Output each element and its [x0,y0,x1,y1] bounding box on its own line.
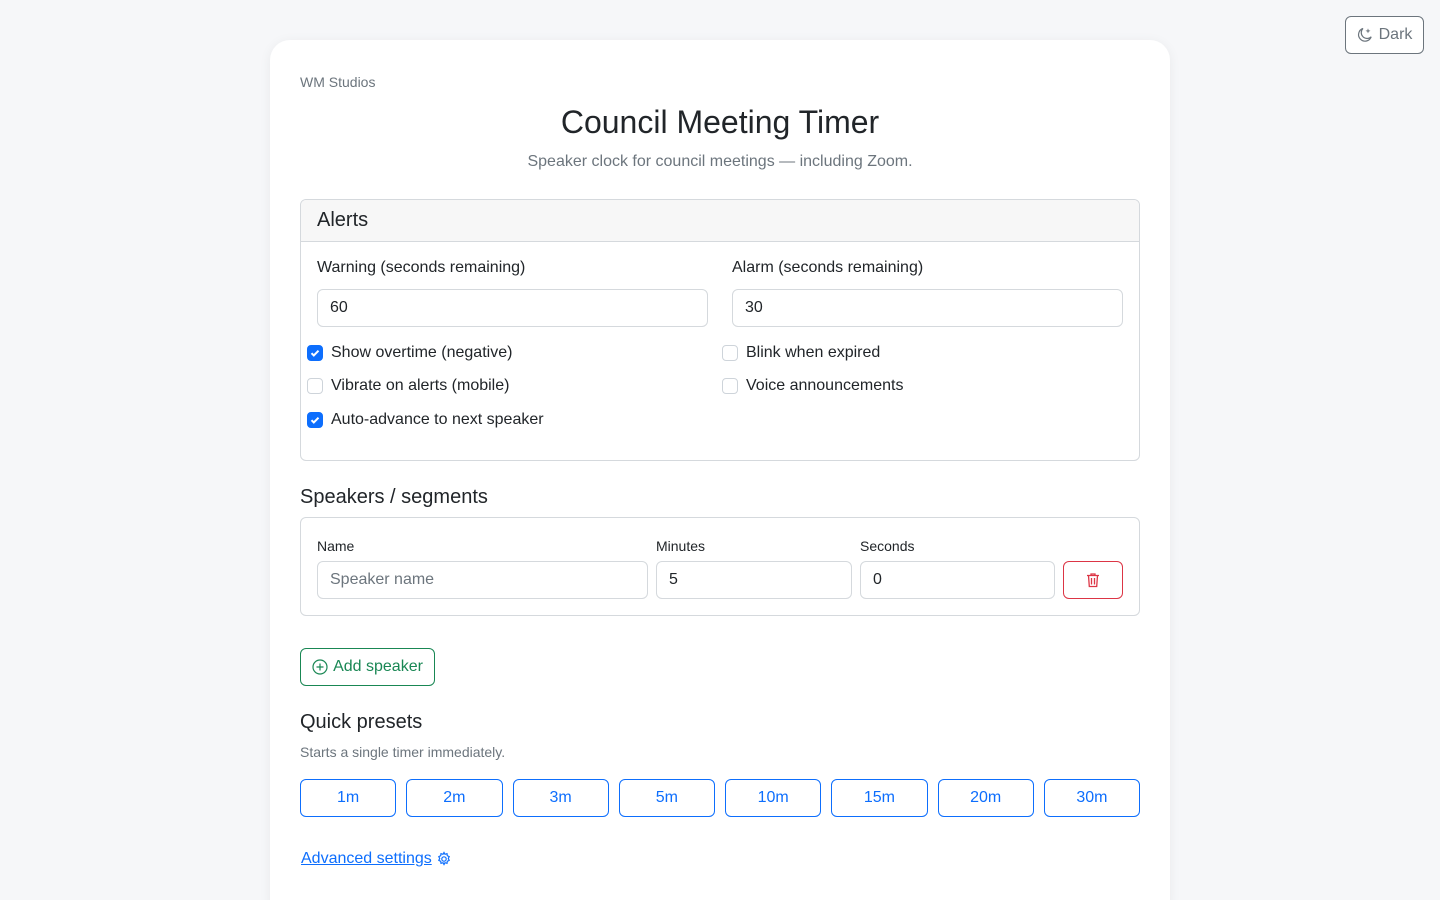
speaker-name-input[interactable] [317,561,648,599]
seconds-input[interactable] [860,561,1055,599]
show-overtime-checkbox[interactable]: Show overtime (negative) [307,344,512,362]
auto-advance-checkbox[interactable]: Auto-advance to next speaker [307,411,544,429]
presets-helper-text: Starts a single timer immediately. [300,744,506,760]
vibrate-alerts-label: Vibrate on alerts (mobile) [331,377,510,394]
speaker-row: Name Minutes Seconds [300,517,1140,616]
gear-icon [437,851,450,866]
speakers-section-title: Speakers / segments [300,486,488,508]
alerts-panel: Alerts Warning (seconds remaining) Alarm… [300,199,1140,461]
plus-circle-icon [312,659,328,675]
checkbox-unchecked-icon[interactable] [722,345,738,361]
advanced-settings-label: Advanced settings [301,850,432,867]
blink-expired-checkbox[interactable]: Blink when expired [722,344,880,362]
alarm-label: Alarm (seconds remaining) [732,259,924,276]
auto-advance-label: Auto-advance to next speaker [331,411,544,428]
minutes-input[interactable] [656,561,852,599]
preset-20m-button[interactable]: 20m [937,779,1034,817]
voice-announcements-checkbox[interactable]: Voice announcements [722,377,903,395]
preset-button-group: 1m 2m 3m 5m 10m 15m 20m 30m [300,779,1140,817]
trash-icon [1087,573,1099,588]
name-label: Name [317,538,355,554]
add-speaker-label: Add speaker [333,658,423,675]
preset-3m-button[interactable]: 3m [512,779,609,817]
add-speaker-button[interactable]: Add speaker [300,648,435,686]
theme-toggle-button[interactable]: Dark [1345,16,1424,54]
voice-announcements-label: Voice announcements [746,377,904,394]
page-subtitle: Speaker clock for council meetings — inc… [527,153,913,170]
main-card: WM Studios Council Meeting Timer Speaker… [270,40,1170,900]
seconds-label: Seconds [860,538,915,554]
preset-30m-button[interactable]: 30m [1043,779,1140,817]
preset-2m-button[interactable]: 2m [406,779,503,817]
page-title: Council Meeting Timer [560,104,880,140]
preset-1m-button[interactable]: 1m [300,779,397,817]
warning-input[interactable] [317,289,708,327]
minutes-label: Minutes [656,538,706,554]
checkbox-checked-icon[interactable] [307,345,323,361]
presets-section-title: Quick presets [300,711,423,733]
blink-expired-label: Blink when expired [746,344,881,361]
checkbox-checked-icon[interactable] [307,412,323,428]
alerts-header: Alerts [301,200,1139,242]
brand-name: WM Studios [300,74,376,90]
checkbox-unchecked-icon[interactable] [722,378,738,394]
show-overtime-label: Show overtime (negative) [331,344,513,361]
theme-toggle-label: Dark [1378,26,1413,43]
checkbox-unchecked-icon[interactable] [307,378,323,394]
preset-5m-button[interactable]: 5m [618,779,715,817]
preset-10m-button[interactable]: 10m [725,779,822,817]
delete-speaker-button[interactable] [1063,561,1123,599]
alarm-input[interactable] [732,289,1123,327]
vibrate-alerts-checkbox[interactable]: Vibrate on alerts (mobile) [307,377,509,395]
moon-stars-icon [1357,27,1372,42]
advanced-settings-link[interactable]: Advanced settings [301,850,452,868]
preset-15m-button[interactable]: 15m [831,779,928,817]
warning-label: Warning (seconds remaining) [317,259,526,276]
